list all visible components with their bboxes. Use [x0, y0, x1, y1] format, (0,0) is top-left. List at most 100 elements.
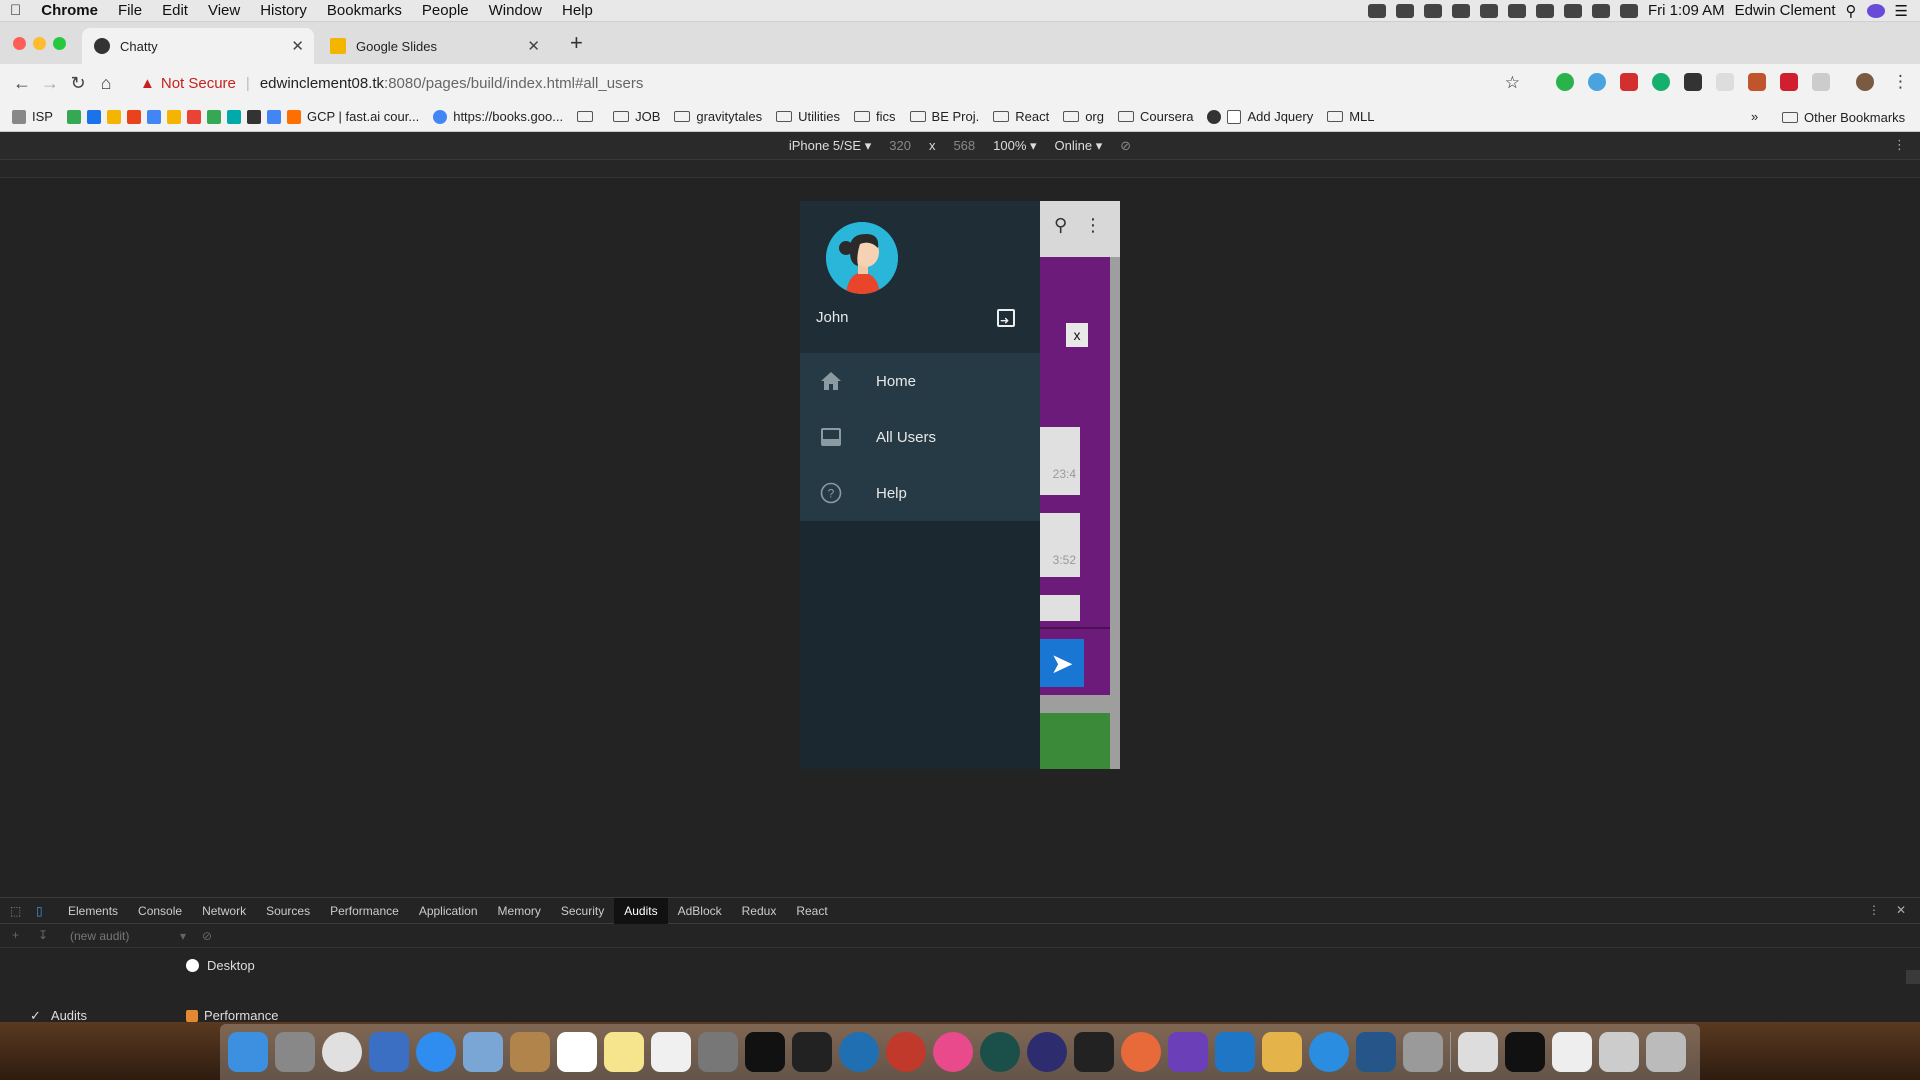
bookmark-folder[interactable] [577, 111, 599, 122]
bookmark-item[interactable]: ISP [12, 109, 53, 124]
spotlight-search-icon[interactable]: ⚲ [1846, 2, 1857, 20]
bookmark-item[interactable]: Add Jquery [1227, 109, 1313, 124]
app-icon[interactable] [1309, 1032, 1349, 1072]
mysql-workbench-icon[interactable] [1356, 1032, 1396, 1072]
reload-button[interactable]: ↻ [64, 73, 92, 94]
extension-icon[interactable] [1620, 73, 1638, 91]
desktop-option[interactable]: Desktop [186, 958, 255, 973]
device-height-input[interactable]: 568 [953, 138, 975, 153]
tray-app-icon[interactable] [1507, 3, 1526, 18]
eject-icon[interactable] [1591, 3, 1610, 18]
app-icon[interactable] [839, 1032, 879, 1072]
bookmark-folder[interactable]: Coursera [1117, 109, 1193, 124]
grammarly-icon[interactable] [1652, 73, 1670, 91]
device-toolbar-menu-icon[interactable]: ⋮ [1893, 137, 1906, 153]
menubar-clock[interactable]: Fri 1:09 AM [1648, 2, 1725, 19]
devtools-tab-adblock[interactable]: AdBlock [668, 898, 732, 924]
menubar-app-name[interactable]: Chrome [31, 2, 108, 19]
tray-app-icon[interactable] [1395, 3, 1414, 18]
tab-close-icon[interactable]: ✕ [291, 37, 304, 55]
window-thumbnail[interactable] [1505, 1032, 1545, 1072]
tray-app-icon[interactable] [1563, 3, 1582, 18]
clear-icon[interactable]: ⊘ [202, 929, 212, 943]
tab-google-slides[interactable]: Google Slides ✕ [318, 28, 550, 64]
menu-help[interactable]: Help [552, 2, 603, 19]
network-throttle-select[interactable]: Online ▾ [1055, 138, 1103, 154]
office-icon[interactable] [126, 109, 141, 124]
menu-window[interactable]: Window [479, 2, 552, 19]
itunes-icon[interactable] [933, 1032, 973, 1072]
webstorm-icon[interactable] [1074, 1032, 1114, 1072]
drawer-item-all-users[interactable]: All Users [800, 409, 1040, 465]
extension-icon[interactable] [1812, 73, 1830, 91]
performance-option[interactable]: Performance [186, 1008, 278, 1023]
window-thumbnail[interactable] [1552, 1032, 1592, 1072]
bookmark-item[interactable]: GCP | fast.ai cour... [286, 109, 419, 124]
extension-icon[interactable] [1556, 73, 1574, 91]
devtools-close-icon[interactable]: ✕ [1896, 903, 1906, 917]
download-icon[interactable]: ↧ [38, 928, 48, 942]
apple-icon[interactable]:  [0, 2, 31, 19]
bookmark-folder[interactable]: React [993, 109, 1049, 124]
menu-people[interactable]: People [412, 2, 479, 19]
app-icon[interactable] [463, 1032, 503, 1072]
extension-icon[interactable] [1716, 73, 1734, 91]
trello-icon[interactable] [86, 109, 101, 124]
menu-edit[interactable]: Edit [152, 2, 198, 19]
profile-avatar[interactable] [1856, 73, 1874, 91]
close-button[interactable]: x [1066, 323, 1088, 347]
audit-select[interactable]: (new audit) [70, 929, 210, 943]
volume-icon[interactable] [1619, 3, 1638, 18]
chrome-menu-icon[interactable]: ⋮ [1892, 72, 1909, 92]
app-icon[interactable] [980, 1032, 1020, 1072]
bookmark-icon[interactable] [186, 109, 201, 124]
tray-app-icon[interactable] [1479, 3, 1498, 18]
finder-icon[interactable] [228, 1032, 268, 1072]
device-toggle-icon[interactable]: ▯ [36, 904, 58, 918]
warning-icon[interactable]: ▲ [140, 75, 155, 92]
device-select[interactable]: iPhone 5/SE ▾ [789, 138, 871, 154]
window-minimize-button[interactable] [33, 37, 46, 50]
menubar-user[interactable]: Edwin Clement [1735, 2, 1836, 19]
more-vert-icon[interactable]: ⋮ [1084, 215, 1102, 236]
devtools-tab-redux[interactable]: Redux [732, 898, 787, 924]
devtools-tab-elements[interactable]: Elements [58, 898, 128, 924]
new-tab-button[interactable]: + [570, 30, 583, 56]
other-bookmarks-folder[interactable]: Other Bookmarks [1782, 110, 1905, 125]
bookmark-folder[interactable]: fics [854, 109, 896, 124]
window-close-button[interactable] [13, 37, 26, 50]
devtools-tab-performance[interactable]: Performance [320, 898, 409, 924]
docs-icon[interactable] [146, 109, 161, 124]
slides-icon[interactable] [166, 109, 181, 124]
qr-code-icon[interactable] [1684, 73, 1702, 91]
bookmark-item[interactable]: https://books.goo... [433, 109, 563, 124]
menu-bookmarks[interactable]: Bookmarks [317, 2, 412, 19]
calendar-icon[interactable] [557, 1032, 597, 1072]
address-bar[interactable]: ▲ Not Secure | edwinclement08.tk :8080/p… [140, 68, 1520, 98]
zoom-select[interactable]: 100% ▾ [993, 138, 1036, 154]
drawer-item-home[interactable]: Home [800, 353, 1040, 409]
devtools-tab-console[interactable]: Console [128, 898, 192, 924]
extension-icon[interactable] [1588, 73, 1606, 91]
notification-center-icon[interactable]: ☰ [1895, 2, 1908, 20]
bookmark-folder[interactable]: gravitytales [674, 109, 762, 124]
send-button[interactable]: ➤ [1040, 639, 1084, 687]
devtools-tab-application[interactable]: Application [409, 898, 488, 924]
bookmark-icon[interactable] [106, 109, 121, 124]
add-audit-icon[interactable]: + [12, 928, 19, 942]
devtools-tab-sources[interactable]: Sources [256, 898, 320, 924]
bookmark-icon[interactable] [266, 109, 281, 124]
extension-icon[interactable] [1748, 73, 1766, 91]
bookmark-icon[interactable] [226, 109, 241, 124]
app-icon[interactable] [1168, 1032, 1208, 1072]
bookmarks-overflow-button[interactable]: » [1751, 109, 1758, 124]
chrome-icon[interactable] [322, 1032, 362, 1072]
devtools-tab-security[interactable]: Security [551, 898, 614, 924]
app-icon[interactable] [510, 1032, 550, 1072]
safari-icon[interactable] [416, 1032, 456, 1072]
bookmark-icon[interactable] [206, 109, 221, 124]
menu-history[interactable]: History [250, 2, 317, 19]
media-query-ruler[interactable] [0, 160, 1920, 178]
app-icon[interactable] [1262, 1032, 1302, 1072]
logout-icon[interactable]: ➜ [997, 309, 1015, 327]
